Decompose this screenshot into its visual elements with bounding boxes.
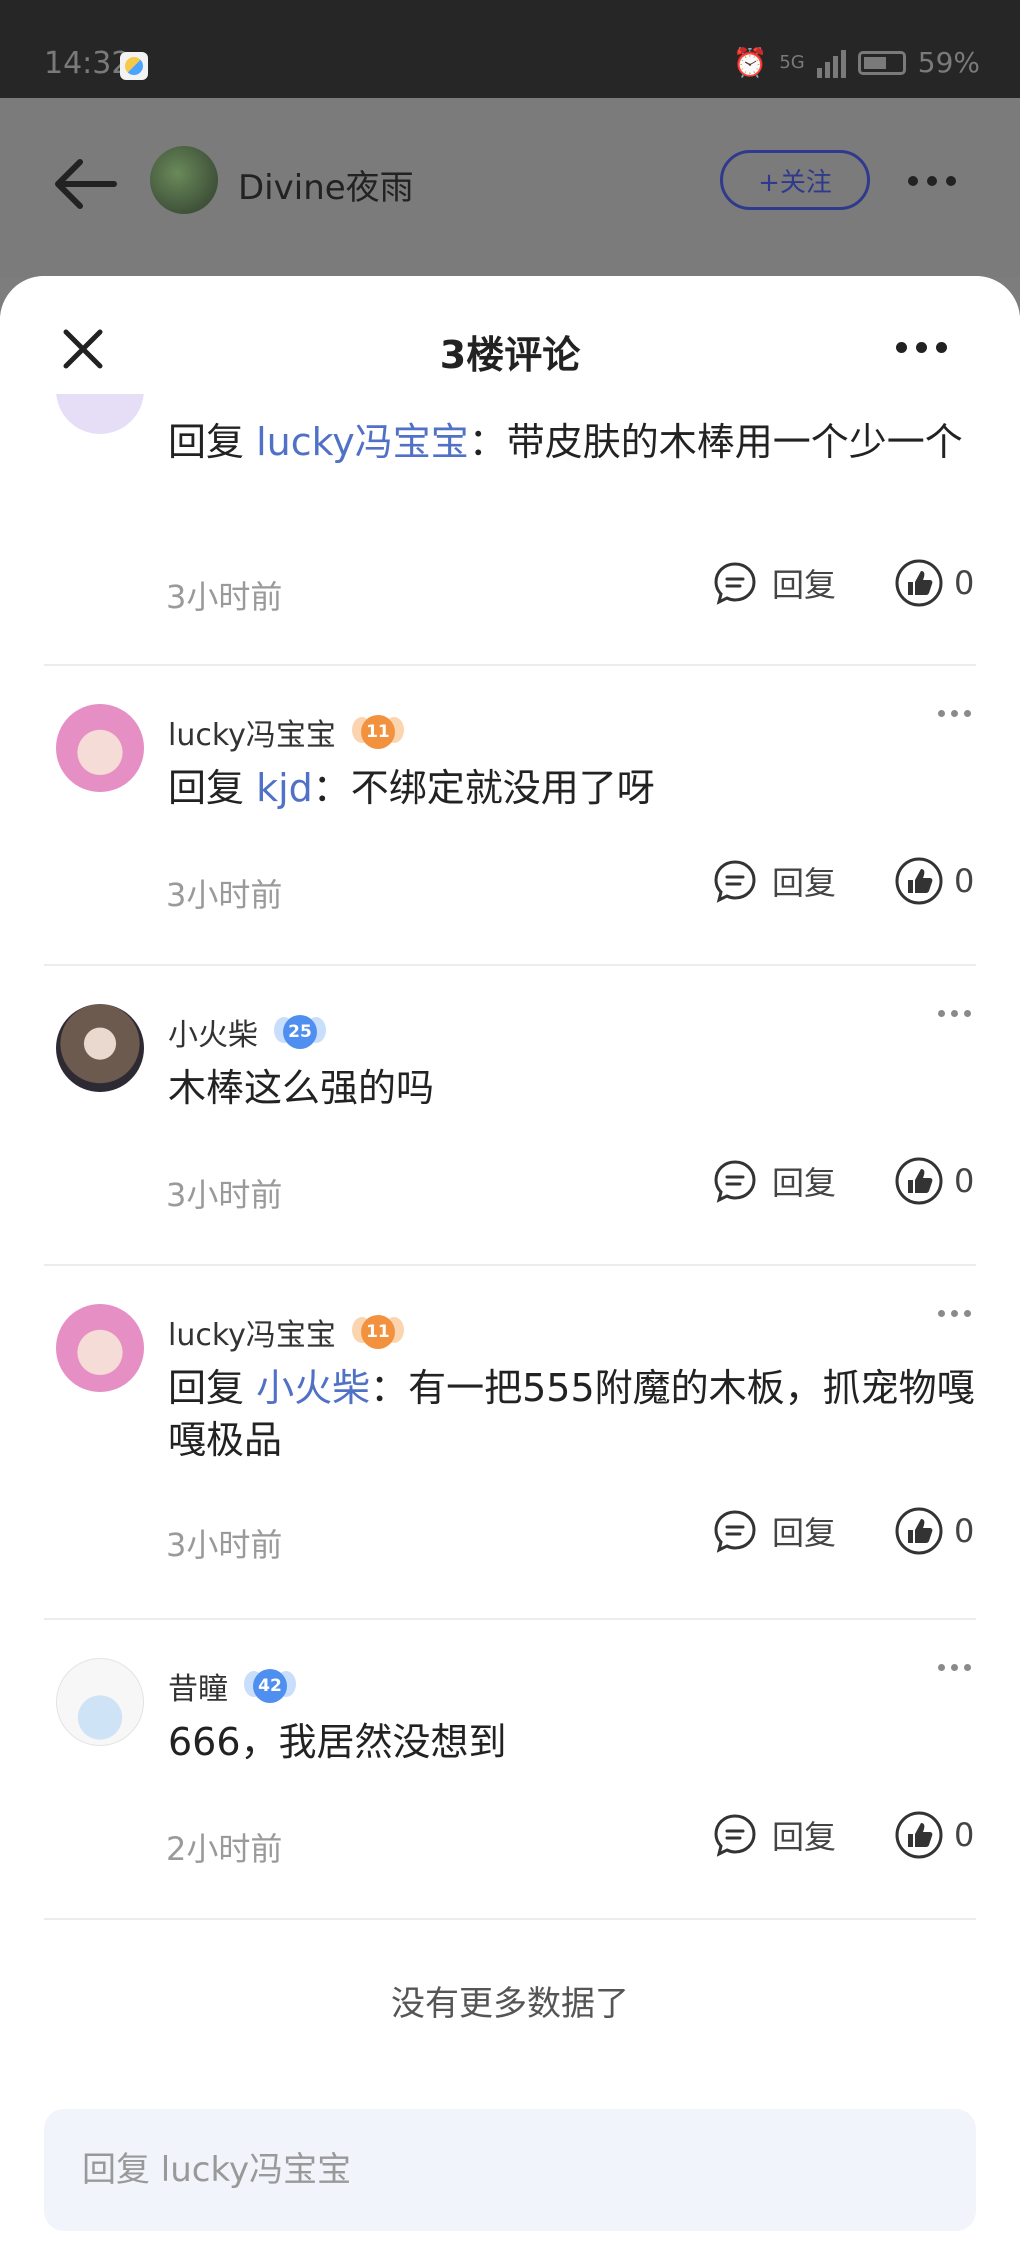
- like-button[interactable]: 0: [894, 856, 974, 906]
- thumbs-up-icon: [895, 559, 943, 607]
- status-indicators: ⏰ 5G 59%: [732, 46, 980, 79]
- comment-divider: [44, 664, 976, 666]
- signal-icon: [816, 48, 846, 78]
- reply-button[interactable]: 回复: [712, 1158, 836, 1204]
- post-header: Divine夜雨 +关注: [0, 98, 1020, 278]
- comment-time: 2小时前: [166, 1830, 283, 1868]
- comment-text: 回复 kjd：不绑定就没用了呀: [168, 766, 655, 810]
- comment-time: 3小时前: [166, 876, 283, 914]
- sheet-header: 3楼评论: [0, 276, 1020, 394]
- no-more-data-text: 没有更多数据了: [391, 1984, 629, 2024]
- comment-divider: [44, 964, 976, 966]
- comment-time: 3小时前: [166, 1526, 283, 1564]
- comment-username[interactable]: lucky冯宝宝 11: [168, 710, 404, 754]
- reply-input[interactable]: [44, 2109, 976, 2231]
- level-badge-icon: 25: [274, 1011, 326, 1053]
- sheet-more-icon[interactable]: [896, 342, 947, 353]
- network-type: 5G: [779, 52, 805, 73]
- comment-sheet: 回复 lucky冯宝宝：带皮肤的木棒用一个少一个 3小时前 回复 0 lucky…: [0, 276, 1020, 2254]
- level-badge-icon: 11: [351, 1311, 404, 1353]
- comment-text: 木棒这么强的吗: [168, 1066, 435, 1110]
- comment-time: 3小时前: [166, 578, 283, 616]
- reply-icon: [714, 1814, 756, 1857]
- reply-icon: [714, 1160, 756, 1203]
- comment-username[interactable]: 小火柴 25: [168, 1010, 326, 1054]
- comment-text: 回复 小火柴：有一把555附魔的木板，抓宠物嘎嘎极品: [168, 1366, 975, 1462]
- like-button[interactable]: 0: [894, 1156, 974, 1206]
- reply-icon: [714, 1510, 756, 1553]
- reply-button[interactable]: 回复: [712, 858, 836, 904]
- mention-link[interactable]: kjd: [256, 766, 313, 810]
- comment-time: 3小时前: [166, 1176, 283, 1214]
- reply-button[interactable]: 回复: [712, 560, 836, 606]
- alarm-icon: ⏰: [732, 46, 768, 79]
- comment-divider: [44, 1618, 976, 1620]
- comment-more-icon[interactable]: [938, 1010, 971, 1017]
- comment-divider: [44, 1918, 976, 1920]
- comment-divider: [44, 1264, 976, 1266]
- battery-level: 59%: [917, 46, 980, 79]
- level-badge-icon: 11: [351, 711, 404, 753]
- reply-icon: [714, 860, 756, 903]
- user-avatar[interactable]: [56, 1658, 144, 1746]
- thumbs-up-icon: [895, 1507, 943, 1555]
- reply-button[interactable]: 回复: [712, 1508, 836, 1554]
- reply-input-bar: [44, 2109, 976, 2231]
- back-arrow-icon[interactable]: [50, 154, 120, 214]
- user-avatar[interactable]: [56, 1304, 144, 1392]
- like-button[interactable]: 0: [894, 1506, 974, 1556]
- app-notification-icon: [120, 52, 148, 80]
- comment-text: 666，我居然没想到: [168, 1720, 507, 1764]
- comment-username[interactable]: lucky冯宝宝 11: [168, 1310, 404, 1354]
- author-avatar[interactable]: [150, 146, 218, 214]
- like-button[interactable]: 0: [894, 1810, 974, 1860]
- reply-button[interactable]: 回复: [712, 1812, 836, 1858]
- sheet-title: 3楼评论: [439, 333, 581, 377]
- comment-username[interactable]: 昔瞳 42: [168, 1664, 296, 1708]
- thumbs-up-icon: [895, 1157, 943, 1205]
- battery-icon: [857, 50, 906, 75]
- level-badge-icon: 42: [244, 1665, 296, 1707]
- status-bar: 14:32 ⏰ 5G 59%: [0, 0, 1020, 98]
- author-name[interactable]: Divine夜雨: [238, 160, 414, 209]
- status-time: 14:32: [44, 46, 131, 81]
- thumbs-up-icon: [895, 857, 943, 905]
- mention-link[interactable]: 小火柴: [256, 1366, 370, 1410]
- user-avatar[interactable]: [56, 1004, 144, 1092]
- thumbs-up-icon: [895, 1811, 943, 1859]
- user-avatar[interactable]: [56, 704, 144, 792]
- comment-more-icon[interactable]: [938, 1664, 971, 1671]
- mention-link[interactable]: lucky冯宝宝: [256, 420, 469, 464]
- like-button[interactable]: 0: [894, 558, 974, 608]
- more-options-icon[interactable]: [908, 176, 956, 186]
- comment-more-icon[interactable]: [938, 1310, 971, 1317]
- reply-icon: [714, 562, 756, 605]
- follow-button[interactable]: +关注: [720, 150, 870, 210]
- comment-text: 回复 lucky冯宝宝：带皮肤的木棒用一个少一个: [168, 420, 963, 464]
- comment-more-icon[interactable]: [938, 710, 971, 717]
